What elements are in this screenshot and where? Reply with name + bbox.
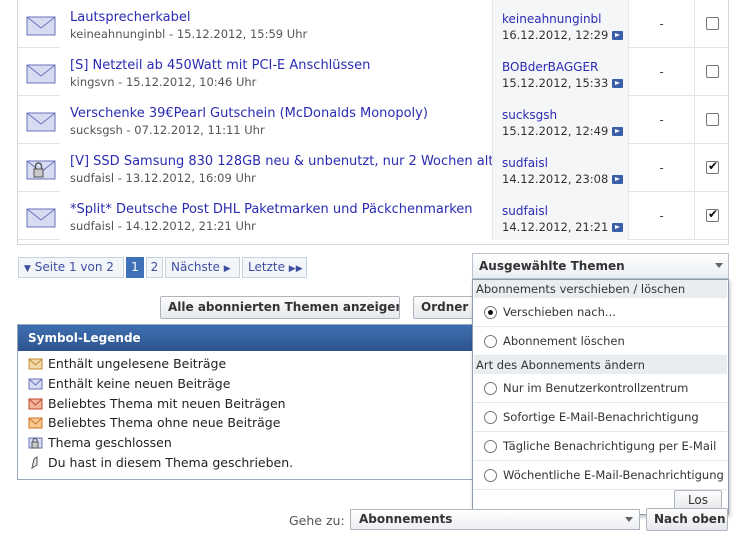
- thread-select-checkbox[interactable]: [706, 159, 719, 174]
- menu-group-header: Art des Abonnements ändern: [474, 356, 727, 374]
- chevron-down-icon: [715, 263, 723, 268]
- thread-title-link[interactable]: *Split* Deutsche Post DHL Paketmarken un…: [70, 202, 473, 217]
- show-all-subscriptions-button[interactable]: Alle abonnierten Themen anzeigen: [160, 296, 400, 319]
- arrow-right-icon: ▶: [223, 264, 231, 274]
- legend-item: Enthält keine neuen Beiträge: [28, 376, 230, 391]
- thread-meta: sudfaisl - 14.12.2012, 21:21 Uhr: [70, 219, 256, 233]
- thread-views: -: [628, 144, 694, 192]
- last-post-date: 14.12.2012, 23:08: [502, 172, 609, 186]
- back-to-top-button[interactable]: Nach oben: [646, 508, 728, 531]
- double-arrow-right-icon: ▶▶: [288, 264, 303, 274]
- legend-item: Du hast in diesem Thema geschrieben.: [28, 455, 293, 470]
- locked-icon: [28, 437, 43, 449]
- thread-meta: sucksgsh - 07.12.2012, 11:11 Uhr: [70, 123, 265, 137]
- unread-posts-icon: [28, 358, 43, 370]
- chevron-down-icon: ▼: [24, 264, 31, 274]
- thread-views: -: [628, 0, 694, 48]
- radio-button[interactable]: [484, 469, 497, 482]
- table-row: *Split* Deutsche Post DHL Paketmarken un…: [18, 192, 728, 240]
- posted-icon: [31, 456, 38, 469]
- option-instant-email[interactable]: Sofortige E-Mail-Benachrichtigung: [474, 403, 727, 432]
- thread-title-link[interactable]: Verschenke 39€Pearl Gutschein (McDonalds…: [70, 106, 428, 121]
- table-row: Verschenke 39€Pearl Gutschein (McDonalds…: [18, 96, 728, 144]
- thread-views: -: [628, 48, 694, 96]
- radio-button[interactable]: [484, 335, 497, 348]
- option-control-panel-only[interactable]: Nur im Benutzerkontrollzentrum: [474, 374, 727, 403]
- legend-item: Beliebtes Thema ohne neue Beiträge: [28, 415, 280, 430]
- hot-new-icon: [28, 398, 43, 410]
- menu-group-header: Abonnements verschieben / löschen: [474, 280, 727, 298]
- thread-meta: keineahnunginbl - 15.12.2012, 15:59 Uhr: [70, 27, 308, 41]
- table-row: [S] Netzteil ab 450Watt mit PCI-E Anschl…: [18, 48, 728, 96]
- option-move-to[interactable]: Verschieben nach...: [474, 298, 727, 327]
- legend-item: Thema geschlossen: [28, 435, 172, 450]
- last-post-user[interactable]: sudfaisl: [502, 156, 548, 170]
- last-post-date: 16.12.2012, 12:29: [502, 28, 609, 42]
- go-to-last-post-icon[interactable]: [612, 79, 624, 88]
- radio-button[interactable]: [484, 411, 497, 424]
- thread-title-link[interactable]: [V] SSD Samsung 830 128GB neu & unbenutz…: [70, 154, 493, 169]
- go-to-last-post-icon[interactable]: [612, 175, 624, 184]
- last-post-user[interactable]: keineahnunginbl: [502, 12, 602, 26]
- folder-button[interactable]: Ordner b: [413, 296, 475, 319]
- selected-threads-dropdown[interactable]: Ausgewählte Themen: [472, 253, 729, 279]
- page-2-link[interactable]: 2: [146, 257, 163, 278]
- radio-button[interactable]: [484, 382, 497, 395]
- legend-item: Beliebtes Thema mit neuen Beiträgen: [28, 396, 286, 411]
- thread-list: Lautsprecherkabel keineahnunginbl - 15.1…: [17, 0, 729, 245]
- thread-title-link[interactable]: [S] Netzteil ab 450Watt mit PCI-E Anschl…: [70, 58, 370, 73]
- last-post-date: 14.12.2012, 21:21: [502, 220, 609, 234]
- option-weekly-email[interactable]: Wöchentliche E-Mail-Benachrichtigung: [474, 461, 727, 490]
- thread-select-checkbox[interactable]: [706, 17, 719, 30]
- last-post-user[interactable]: BOBderBAGGER: [502, 60, 598, 74]
- legend-item: Enthält ungelesene Beiträge: [28, 356, 226, 371]
- go-to-last-post-icon[interactable]: [612, 31, 624, 40]
- legend-title: Symbol-Legende: [18, 325, 484, 351]
- thread-select-checkbox[interactable]: [706, 207, 719, 222]
- thread-select-checkbox[interactable]: [706, 65, 719, 78]
- table-row: [V] SSD Samsung 830 128GB neu & unbenutz…: [18, 144, 728, 192]
- symbol-legend: Symbol-Legende Enthält ungelesene Beiträ…: [17, 324, 485, 480]
- thread-no-new-icon: [26, 208, 56, 228]
- last-post-user[interactable]: sudfaisl: [502, 204, 548, 218]
- option-delete-subscription[interactable]: Abonnement löschen: [474, 327, 727, 356]
- thread-select-checkbox[interactable]: [706, 113, 719, 126]
- thread-meta: sudfaisl - 13.12.2012, 16:09 Uhr: [70, 171, 256, 185]
- selected-threads-menu: Abonnements verschieben / löschen Versch…: [472, 279, 729, 515]
- thread-no-new-icon: [26, 64, 56, 84]
- radio-button[interactable]: [484, 440, 497, 453]
- go-to-last-post-icon[interactable]: [612, 127, 624, 136]
- thread-views: -: [628, 192, 694, 240]
- goto-label: Gehe zu:: [289, 513, 345, 528]
- thread-views: -: [628, 96, 694, 144]
- hot-no-new-icon: [28, 417, 43, 429]
- go-to-last-post-icon[interactable]: [612, 223, 624, 232]
- thread-meta: kingsvn - 15.12.2012, 10:46 Uhr: [70, 75, 257, 89]
- last-post-user[interactable]: sucksgsh: [502, 108, 557, 122]
- goto-select[interactable]: Abonnements: [350, 509, 640, 530]
- last-post-date: 15.12.2012, 12:49: [502, 124, 609, 138]
- last-post-date: 15.12.2012, 15:33: [502, 76, 609, 90]
- thread-locked-icon: [26, 160, 56, 180]
- next-page-link[interactable]: Nächste ▶: [165, 257, 240, 278]
- radio-button[interactable]: [484, 306, 497, 319]
- thread-title-link[interactable]: Lautsprecherkabel: [70, 10, 191, 25]
- last-page-link[interactable]: Letzte ▶▶: [242, 257, 307, 278]
- thread-no-new-icon: [26, 112, 56, 132]
- no-new-posts-icon: [28, 378, 43, 390]
- chevron-down-icon: [625, 517, 633, 522]
- thread-no-new-icon: [26, 16, 56, 36]
- option-daily-email[interactable]: Tägliche Benachrichtigung per E-Mail: [474, 432, 727, 461]
- table-row: Lautsprecherkabel keineahnunginbl - 15.1…: [18, 0, 728, 48]
- page-info-dropdown[interactable]: ▼ Seite 1 von 2: [18, 257, 124, 278]
- page-1-link[interactable]: 1: [126, 257, 144, 278]
